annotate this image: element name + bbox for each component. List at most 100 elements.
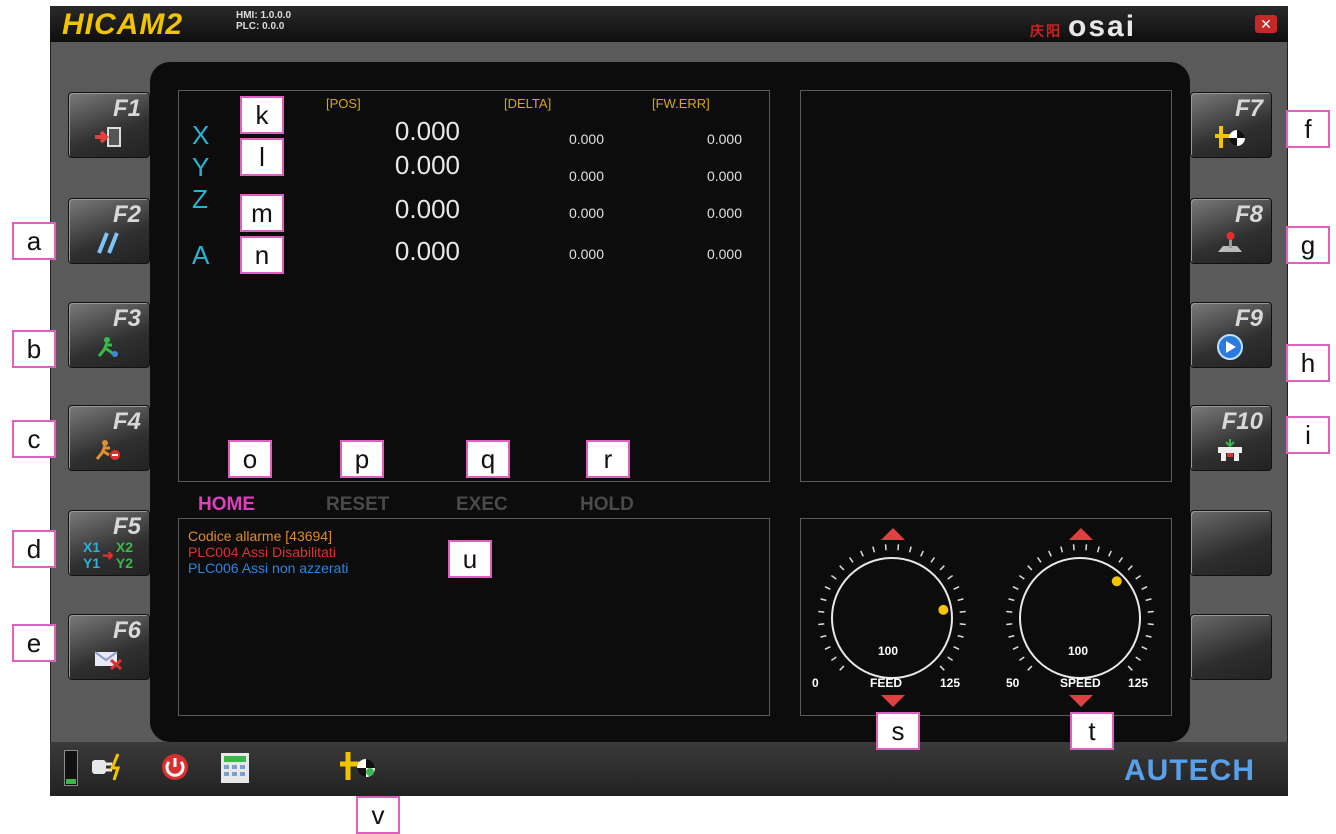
dial-tick bbox=[1135, 574, 1142, 580]
dial-tick bbox=[872, 546, 876, 553]
delta-value-a: 0.000 bbox=[568, 246, 604, 262]
f1-button[interactable]: F1 bbox=[68, 92, 150, 158]
pos-value-z: 0.000 bbox=[394, 194, 460, 224]
dial-tick bbox=[1048, 550, 1052, 557]
power-plug-icon[interactable] bbox=[90, 752, 126, 787]
dial-tick bbox=[1118, 556, 1124, 563]
alarm-code: Codice allarme [43694] bbox=[188, 528, 332, 544]
callout-d: d bbox=[12, 530, 56, 568]
speed-up-arrow[interactable] bbox=[1069, 528, 1093, 540]
f7-button[interactable]: F7 bbox=[1190, 92, 1272, 158]
f8-label: F8 bbox=[1234, 201, 1263, 228]
delta-value-z: 0.000 bbox=[568, 205, 604, 221]
callout-i: i bbox=[1286, 416, 1330, 454]
hmi-version: HMI: 1.0.0.0 bbox=[236, 10, 292, 21]
dial-tick bbox=[1085, 544, 1088, 551]
hold-status[interactable]: HOLD bbox=[580, 494, 634, 516]
close-button[interactable]: ✕ bbox=[1255, 15, 1277, 33]
exec-status[interactable]: EXEC bbox=[456, 494, 508, 516]
app-brand: HICAM2 bbox=[62, 8, 184, 41]
tool-target-icon[interactable] bbox=[338, 750, 378, 787]
dial-tick bbox=[830, 656, 837, 662]
graphics-panel bbox=[800, 90, 1172, 482]
parallel-lines-icon bbox=[91, 231, 125, 255]
reset-status[interactable]: RESET bbox=[326, 494, 389, 516]
dial-tick bbox=[1072, 544, 1075, 551]
axis-swap-icon: X1 Y1 ➜ X2 Y2 bbox=[83, 539, 133, 571]
mail-cancel-icon bbox=[91, 647, 125, 671]
version-info: HMI: 1.0.0.0 PLC: 0.0.0 bbox=[236, 10, 291, 32]
dial-tick bbox=[884, 544, 887, 551]
f8-button[interactable]: F8 bbox=[1190, 198, 1272, 264]
home-status[interactable]: HOME bbox=[198, 494, 255, 516]
gauges-svg bbox=[818, 544, 1154, 679]
crosshair-target-icon bbox=[1213, 125, 1247, 149]
plc-version: PLC: 0.0.0 bbox=[236, 21, 285, 32]
dial-tick bbox=[897, 544, 900, 551]
f3-button[interactable]: F3 bbox=[68, 302, 150, 368]
dial-tick bbox=[939, 565, 945, 571]
dial-tick bbox=[1008, 598, 1015, 602]
dial-indicator bbox=[938, 604, 949, 615]
dial-tick bbox=[1006, 623, 1013, 626]
dial-tick bbox=[1006, 610, 1013, 613]
dial-tick bbox=[818, 610, 825, 613]
dial-tick bbox=[959, 623, 966, 626]
fwerr-value-z: 0.000 bbox=[706, 205, 742, 221]
dial-tick bbox=[1127, 565, 1133, 571]
running-man-stop-icon bbox=[91, 438, 125, 462]
fwerr-value-x: 0.000 bbox=[706, 131, 742, 147]
dial-tick bbox=[957, 634, 964, 638]
callout-b: b bbox=[12, 330, 56, 368]
dial-ring bbox=[831, 557, 953, 679]
dial-tick bbox=[1012, 646, 1019, 650]
dial-tick bbox=[939, 665, 945, 671]
f4-label: F4 bbox=[112, 408, 141, 435]
f2-label: F2 bbox=[112, 201, 141, 228]
pos-value-x: 0.000 bbox=[394, 116, 460, 146]
axis-label-a: A bbox=[192, 240, 210, 270]
dial-tick bbox=[1027, 565, 1033, 571]
feed-up-arrow[interactable] bbox=[881, 528, 905, 540]
axis-label-y: Y bbox=[192, 152, 210, 182]
vendor-logo-text: osai bbox=[1068, 10, 1137, 43]
callout-h: h bbox=[1286, 344, 1330, 382]
alarm-plc004: PLC004 Assi Disabilitati bbox=[188, 544, 336, 560]
callout-a: a bbox=[12, 222, 56, 260]
autech-logo: AUTECH bbox=[1124, 754, 1255, 787]
dial-tick bbox=[953, 646, 960, 650]
running-man-icon bbox=[91, 335, 125, 359]
power-button-icon[interactable] bbox=[160, 752, 190, 787]
pos-value-a: 0.000 bbox=[394, 236, 460, 266]
dial-tick bbox=[1036, 556, 1042, 563]
delta-value-y: 0.000 bbox=[568, 168, 604, 184]
f10-label: F10 bbox=[1221, 408, 1263, 435]
play-icon bbox=[1213, 334, 1247, 360]
f9-button[interactable]: F9 bbox=[1190, 302, 1272, 368]
column-header-pos: [POS] bbox=[326, 96, 361, 111]
f9-label: F9 bbox=[1234, 305, 1263, 332]
f5-label: F5 bbox=[112, 513, 141, 540]
dial-tick bbox=[848, 556, 854, 563]
speed-max: 125 bbox=[1128, 676, 1149, 690]
f10-button[interactable]: F10 bbox=[1190, 405, 1272, 471]
callout-v: v bbox=[356, 796, 400, 834]
dial-tick bbox=[1145, 598, 1152, 602]
callout-k: k bbox=[240, 96, 284, 134]
f6-button[interactable]: F6 bbox=[68, 614, 150, 680]
dial-tick bbox=[1147, 610, 1154, 613]
blank-key-2[interactable] bbox=[1190, 614, 1272, 680]
dial-tick bbox=[1108, 550, 1112, 557]
dial-tick bbox=[1147, 623, 1154, 626]
f4-button[interactable]: F4 bbox=[68, 405, 150, 471]
f5-button[interactable]: F5 X1 Y1 ➜ X2 Y2 bbox=[68, 510, 150, 576]
f2-button[interactable]: F2 bbox=[68, 198, 150, 264]
callout-l: l bbox=[240, 138, 284, 176]
dial-tick bbox=[860, 550, 864, 557]
blank-key-1[interactable] bbox=[1190, 510, 1272, 576]
fwerr-value-a: 0.000 bbox=[706, 246, 742, 262]
vendor-logo: 庆阳 osai bbox=[1030, 10, 1136, 44]
dial-tick bbox=[1096, 546, 1100, 553]
dial-tick bbox=[1127, 665, 1133, 671]
calculator-icon[interactable] bbox=[220, 752, 250, 789]
